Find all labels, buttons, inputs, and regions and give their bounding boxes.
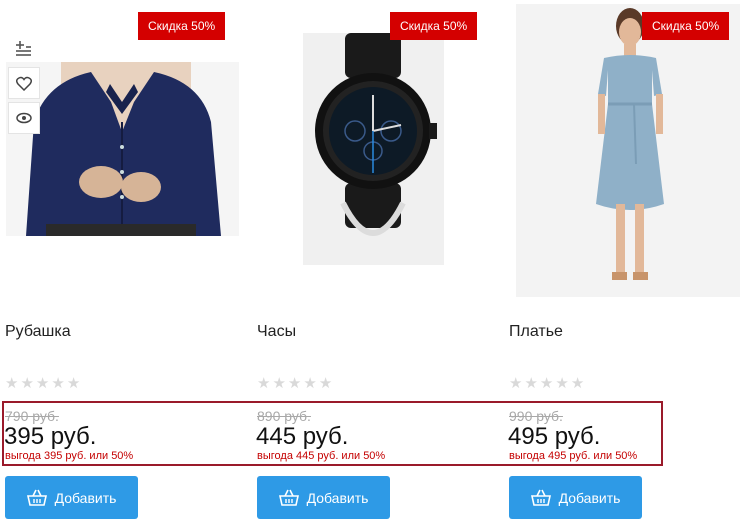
basket-icon [26,489,47,506]
profit-text: выгода 445 руб. или 50% [257,450,386,462]
current-price: 495 руб. [508,423,601,450]
star-icon[interactable]: ★ [67,376,80,391]
compare-button[interactable] [8,32,40,64]
product-tools [8,32,42,137]
rating-stars[interactable]: ★ ★ ★ ★ ★ [257,376,332,391]
discount-badge: Скидка 50% [390,12,478,40]
star-icon[interactable]: ★ [509,376,522,391]
product-image[interactable] [303,33,444,265]
add-button-label: Добавить [558,489,621,506]
discount-badge: Скидка 50% [138,12,226,40]
rating-stars[interactable]: ★ ★ ★ ★ ★ [509,376,584,391]
product-image[interactable] [516,4,740,297]
rating-stars[interactable]: ★ ★ ★ ★ ★ [5,376,80,391]
product-title[interactable]: Часы [257,323,296,341]
star-icon[interactable]: ★ [540,376,553,391]
compare-icon [16,41,31,56]
star-icon[interactable]: ★ [20,376,33,391]
product-title[interactable]: Рубашка [5,323,71,341]
old-price: 990 руб. [509,408,563,424]
add-to-cart-button[interactable]: Добавить [509,476,642,519]
add-button-label: Добавить [54,489,117,506]
heart-icon [16,76,32,91]
add-button-label: Добавить [306,489,369,506]
star-icon[interactable]: ★ [257,376,270,391]
current-price: 445 руб. [256,423,349,450]
basket-icon [278,489,299,506]
product-card: Скидка 50% Часы ★ ★ ★ ★ ★ 890 руб. 445 р… [252,0,497,524]
current-price: 395 руб. [4,423,97,450]
star-icon[interactable]: ★ [51,376,64,391]
star-icon[interactable]: ★ [319,376,332,391]
star-icon[interactable]: ★ [5,376,18,391]
add-to-cart-button[interactable]: Добавить [5,476,138,519]
star-icon[interactable]: ★ [524,376,537,391]
star-icon[interactable]: ★ [288,376,301,391]
profit-text: выгода 495 руб. или 50% [509,450,638,462]
product-card: Скидка 50% Платье ★ ★ ★ ★ ★ 990 руб. 495… [504,0,740,524]
basket-icon [530,489,551,506]
star-icon[interactable]: ★ [555,376,568,391]
star-icon[interactable]: ★ [36,376,49,391]
old-price: 890 руб. [257,408,311,424]
discount-badge: Скидка 50% [642,12,730,40]
add-to-cart-button[interactable]: Добавить [257,476,390,519]
profit-text: выгода 395 руб. или 50% [5,450,134,462]
product-card: Скидка 50% Рубашка ★ ★ ★ ★ ★ 790 руб. 39… [0,0,245,524]
old-price: 790 руб. [5,408,59,424]
star-icon[interactable]: ★ [303,376,316,391]
star-icon[interactable]: ★ [571,376,584,391]
eye-icon [16,112,32,124]
quick-view-button[interactable] [8,102,40,134]
product-title[interactable]: Платье [509,323,563,341]
star-icon[interactable]: ★ [272,376,285,391]
wishlist-button[interactable] [8,67,40,99]
